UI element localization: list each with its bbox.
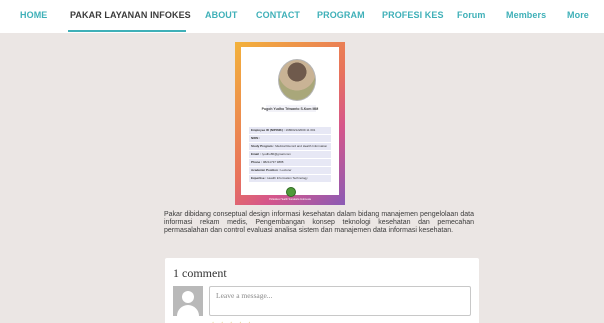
card-body: Pugoh Yudho Triwanto S.Kom MM Employee I… bbox=[241, 47, 339, 197]
profile-name: Pugoh Yudho Triwanto S.Kom MM bbox=[261, 107, 319, 111]
profile-photo bbox=[278, 59, 316, 101]
info-label: Expertise : bbox=[251, 176, 267, 180]
profile-card-image: Pugoh Yudho Triwanto S.Kom MM Employee I… bbox=[235, 42, 345, 205]
nav-about[interactable]: ABOUT bbox=[205, 10, 238, 20]
avatar-head bbox=[182, 291, 194, 303]
info-row: Expertise : Health Information Technolog… bbox=[249, 175, 331, 182]
info-label: NIDN : bbox=[251, 136, 261, 140]
info-row: Study Program : Medical Record and Healt… bbox=[249, 143, 331, 150]
leave-message-input[interactable]: Leave a message... bbox=[209, 286, 471, 316]
comment-count-title: 1 comment bbox=[173, 266, 227, 280]
info-row: Phone : 08211737 9888 bbox=[249, 159, 331, 166]
profile-info-table: Employee ID (NIP/NIK) : 198002122009 11 … bbox=[249, 127, 331, 183]
info-label: Employee ID (NIP/NIK) : bbox=[251, 128, 285, 132]
info-value: Lecturer bbox=[280, 168, 292, 172]
avatar-body bbox=[177, 305, 199, 316]
nav-contact[interactable]: CONTACT bbox=[256, 10, 300, 20]
info-row: Employee ID (NIP/NIK) : 198002122009 11 … bbox=[249, 127, 331, 134]
info-value: Medical Record and Health Information bbox=[275, 144, 328, 148]
institution-seal-icon bbox=[286, 187, 296, 197]
nav-program[interactable]: PROGRAM bbox=[317, 10, 365, 20]
card-footer-text: Poltekkes Health Surakarta Indonesia bbox=[269, 198, 311, 201]
expert-description: Pakar dibidang conseptual design informa… bbox=[164, 211, 474, 235]
top-navigation-bar: HOME PAKAR LAYANAN INFOKES ABOUT CONTACT… bbox=[0, 0, 604, 33]
info-row: NIDN : bbox=[249, 135, 331, 142]
info-label: Phone : bbox=[251, 160, 262, 164]
nav-more[interactable]: More bbox=[567, 10, 589, 20]
info-row: Academic Position : Lecturer bbox=[249, 167, 331, 174]
info-value: 198002122009 11 001 bbox=[285, 128, 316, 132]
active-tab-indicator bbox=[68, 30, 186, 32]
info-value: ryudho80@gmail.com bbox=[261, 152, 291, 156]
info-value: 08211737 9888 bbox=[262, 160, 284, 164]
info-value: Health Information Technology bbox=[267, 176, 308, 180]
info-label: Academic Position : bbox=[251, 168, 280, 172]
user-avatar-icon bbox=[173, 286, 203, 316]
nav-pakar-layanan-infokes[interactable]: PAKAR LAYANAN INFOKES bbox=[70, 10, 191, 20]
info-label: Email : bbox=[251, 152, 261, 156]
info-row: Email : ryudho80@gmail.com bbox=[249, 151, 331, 158]
nav-home[interactable]: HOME bbox=[20, 10, 47, 20]
nav-forum[interactable]: Forum bbox=[457, 10, 486, 20]
info-label: Study Program : bbox=[251, 144, 275, 148]
comments-section: 1 comment Leave a message... ★★★★★ bbox=[165, 258, 479, 323]
nav-members[interactable]: Members bbox=[506, 10, 546, 20]
nav-profesi-kes[interactable]: PROFESI KES bbox=[382, 10, 444, 20]
